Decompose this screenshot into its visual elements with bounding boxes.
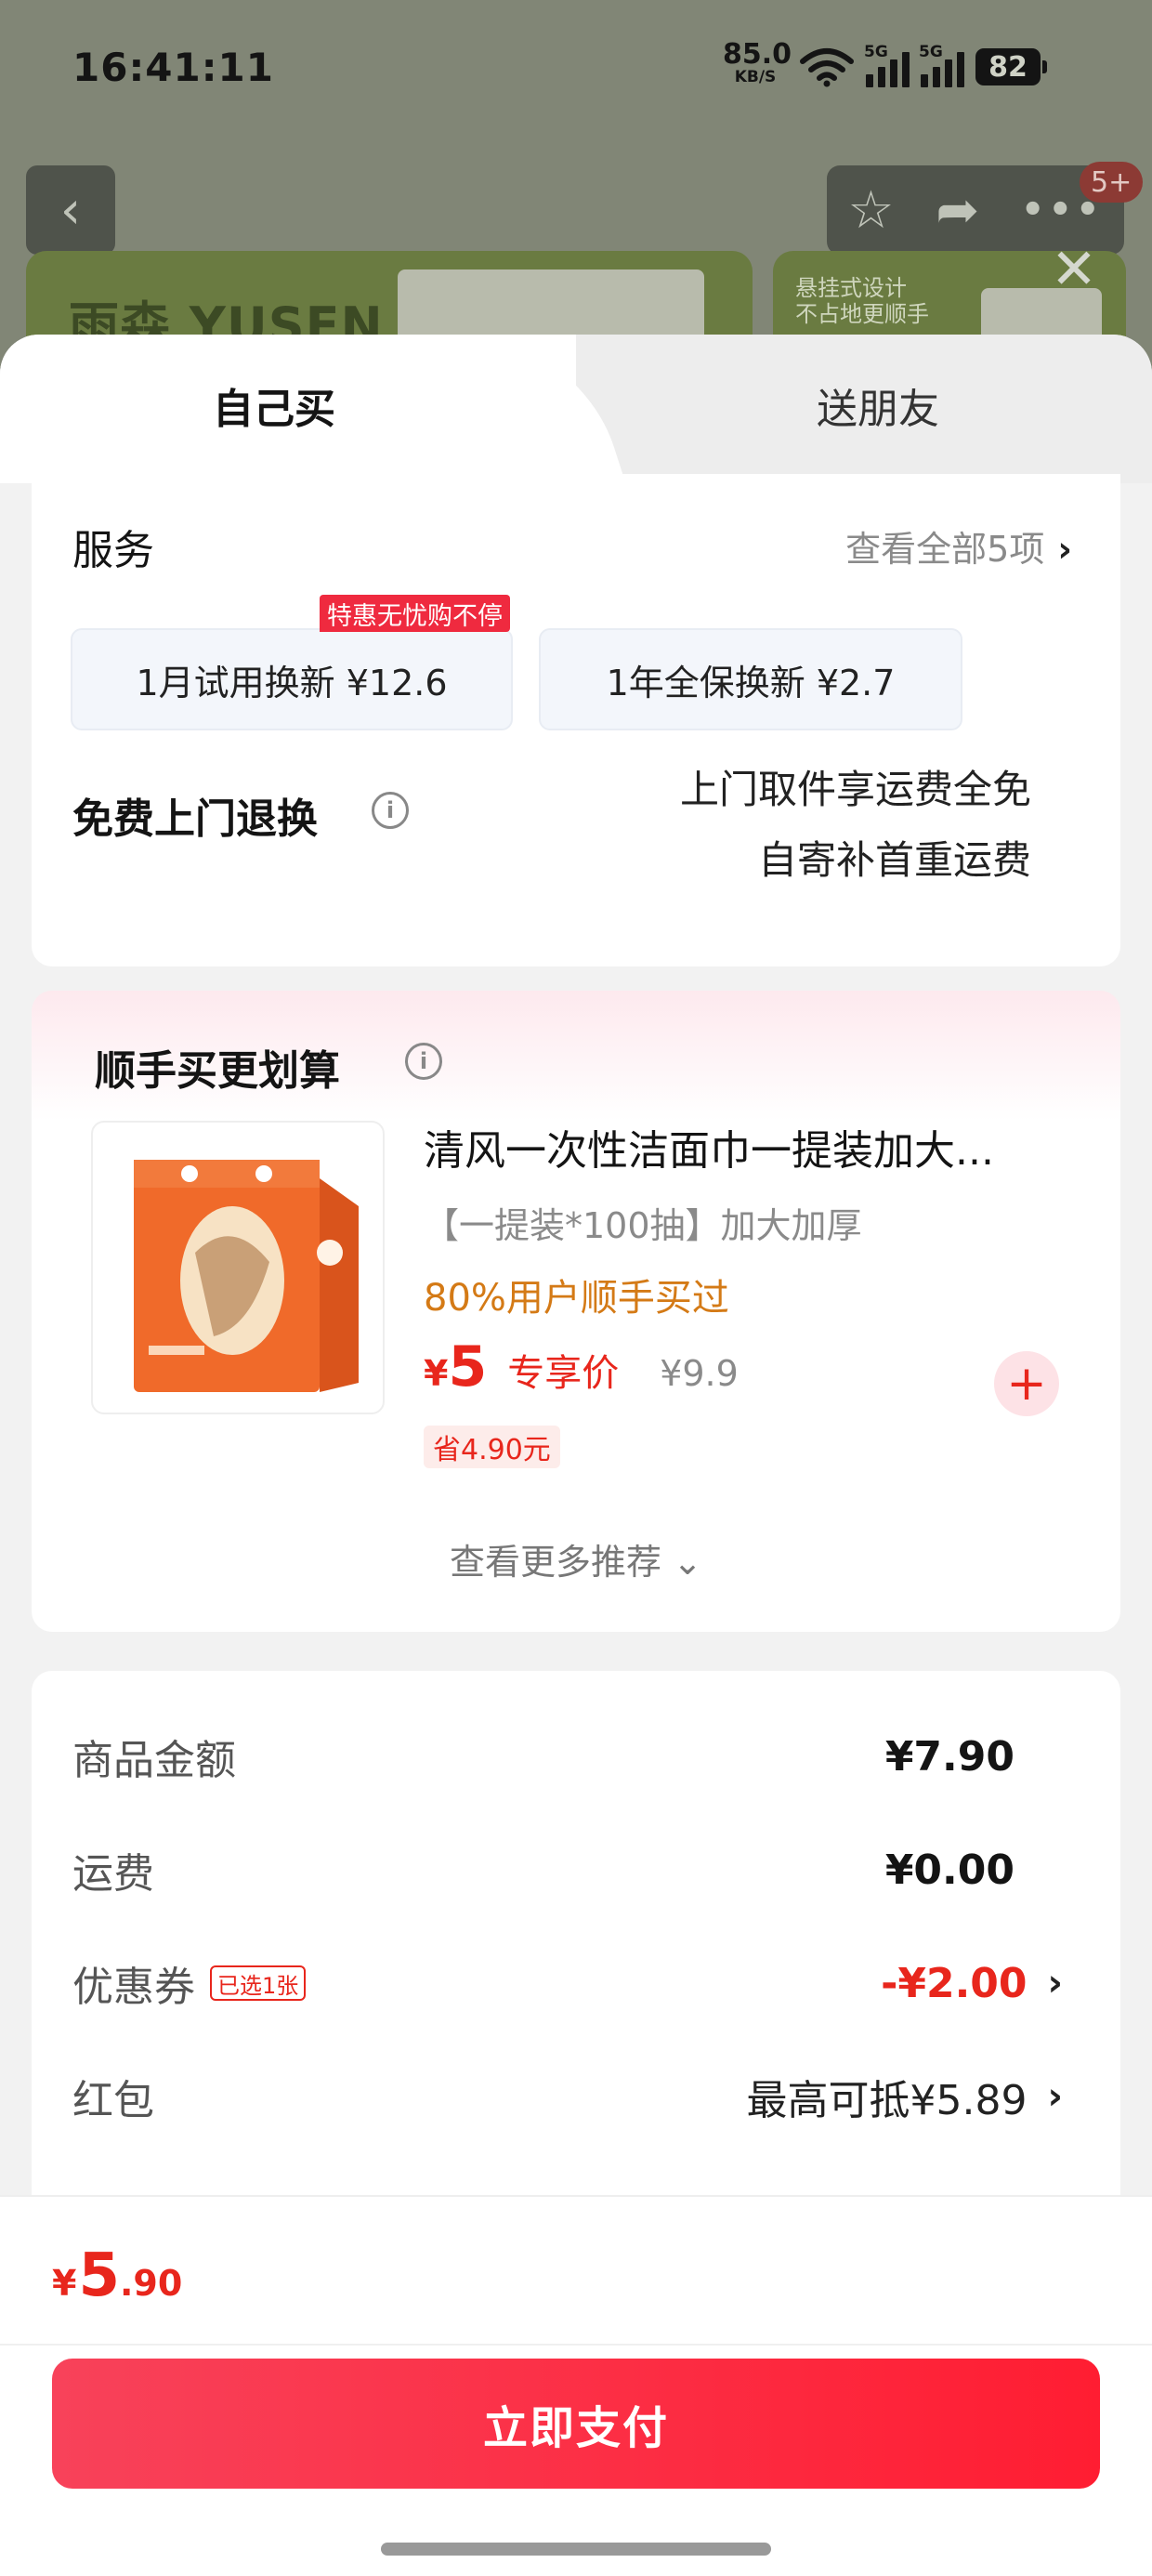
product-social-proof: 80%用户顺手买过: [424, 1277, 729, 1320]
product-image[interactable]: [91, 1121, 385, 1414]
signal-2-tag: 5G: [919, 43, 943, 61]
coupon-label: 优惠券: [72, 1964, 195, 2011]
close-icon[interactable]: ✕: [1048, 242, 1100, 297]
product-name[interactable]: 清风一次性洁面巾一提装加大...: [424, 1117, 1093, 1176]
product-spec: 【一提装*100抽】加大加厚: [424, 1205, 862, 1246]
chevron-down-icon: ⌄: [673, 1542, 702, 1583]
chevron-right-icon: ›: [1047, 1962, 1063, 2004]
goods-amount-label: 商品金额: [72, 1737, 236, 1784]
status-time: 16:41:11: [72, 45, 274, 90]
net-speed-value: 85.0: [723, 38, 792, 71]
total-decimal: .90: [119, 2263, 183, 2304]
summary-row-coupon[interactable]: 优惠券 已选1张 -¥2.00 ›: [72, 1946, 1063, 2020]
banner2-text: 悬挂式设计 不占地更顺手: [795, 275, 929, 327]
add-product-button[interactable]: +: [994, 1351, 1059, 1416]
coupon-label-wrap: 优惠券 已选1张: [72, 1953, 307, 2013]
banner2-line2: 不占地更顺手: [795, 301, 929, 327]
background-page: 16:41:11 85.0 KB/S 5G 5G 82 ‹ ☆ ➦ ••• 5+…: [0, 0, 1152, 381]
wifi-icon: [800, 48, 854, 87]
recommend-title: 顺手买更划算: [95, 1047, 340, 1095]
summary-row-shipping: 运费 ¥0.00: [72, 1833, 1063, 1907]
service-chip-warranty[interactable]: 1年全保换新 ¥2.7: [539, 628, 962, 730]
chevron-right-icon: ›: [1047, 2075, 1063, 2118]
goods-amount-value: ¥7.90: [884, 1732, 1015, 1781]
battery-icon: 82: [975, 48, 1047, 85]
see-all-label: 查看全部5项: [845, 529, 1045, 570]
free-return-title: 免费上门退换: [72, 795, 318, 843]
shipping-value: ¥0.00: [884, 1846, 1015, 1894]
price-value: 5: [448, 1334, 488, 1400]
tab-buy-self[interactable]: 自己买: [0, 375, 548, 435]
redpacket-label: 红包: [72, 2077, 154, 2124]
signal-1-tag: 5G: [864, 43, 888, 61]
shipping-label: 运费: [72, 1850, 154, 1898]
price-currency: ¥: [424, 1353, 449, 1394]
total-integer: 5: [78, 2241, 120, 2310]
cart-badge: 5+: [1080, 162, 1144, 203]
free-return-line1: 上门取件享运费全免: [679, 767, 1031, 812]
promo-tag: 特惠无忧购不停: [320, 595, 510, 632]
see-all-services[interactable]: 查看全部5项 ›: [845, 520, 1072, 572]
signal-icon-2: 5G: [919, 43, 964, 87]
back-button[interactable]: ‹: [26, 165, 115, 255]
free-return-line2: 自寄补首重运费: [757, 837, 1031, 883]
redpacket-value: 最高可抵¥5.89: [746, 2077, 1028, 2124]
coupon-value-wrap: -¥2.00 ›: [881, 1960, 1063, 2007]
coupon-value: -¥2.00: [881, 1959, 1028, 2007]
product-price: ¥ 5 专享价 ¥9.9: [424, 1334, 739, 1400]
free-return-desc: 上门取件享运费全免 自寄补首重运费: [680, 755, 1031, 896]
plus-icon: +: [1006, 1356, 1047, 1412]
more-recommend-label: 查看更多推荐: [450, 1542, 662, 1583]
system-icons: 5G 5G 82: [799, 41, 1047, 93]
coupon-selected-tag: 已选1张: [210, 1965, 307, 2001]
recommend-card: 顺手买更划算 i 清风一次性洁面巾一提装加大... 【一提装*100抽】加大加厚…: [32, 991, 1120, 1632]
original-price: ¥9.9: [660, 1353, 739, 1394]
chevron-left-icon: ‹: [59, 179, 82, 241]
home-indicator[interactable]: [381, 2543, 771, 2556]
info-icon[interactable]: i: [405, 1043, 442, 1080]
summary-row-goods: 商品金额 ¥7.90: [72, 1719, 1063, 1794]
star-icon[interactable]: ☆: [847, 180, 894, 241]
net-speed: 85.0 KB/S: [723, 38, 792, 86]
pay-now-button[interactable]: 立即支付: [52, 2359, 1100, 2489]
service-chip-trial[interactable]: 1月试用换新 ¥12.6: [71, 628, 513, 730]
summary-row-redpacket[interactable]: 红包 最高可抵¥5.89 ›: [72, 2059, 1063, 2134]
total-price: ¥ 5 .90: [52, 2241, 182, 2310]
service-card: 服务 查看全部5项 › 1月试用换新 ¥12.6 特惠无忧购不停 1年全保换新 ¥…: [32, 474, 1120, 966]
share-icon[interactable]: ➦: [936, 180, 979, 241]
info-icon[interactable]: i: [372, 792, 409, 829]
service-title: 服务: [72, 527, 154, 574]
chevron-right-icon: ›: [1057, 529, 1072, 570]
price-label: 专享价: [507, 1352, 620, 1395]
redpacket-value-wrap: 最高可抵¥5.89 ›: [747, 2067, 1063, 2126]
total-currency: ¥: [52, 2263, 77, 2304]
banner2-line1: 悬挂式设计: [795, 275, 907, 301]
tissue-pack-illustration: [134, 1160, 359, 1392]
bottom-pay-bar: ¥ 5 .90 立即支付: [0, 2195, 1152, 2576]
signal-icon-1: 5G: [864, 43, 910, 87]
net-speed-unit: KB/S: [734, 68, 777, 86]
tab-gift-friend[interactable]: 送朋友: [604, 375, 1152, 435]
save-tag: 省4.90元: [424, 1426, 560, 1468]
divider: [0, 2344, 1152, 2346]
more-recommend-link[interactable]: 查看更多推荐 ⌄: [32, 1533, 1120, 1584]
